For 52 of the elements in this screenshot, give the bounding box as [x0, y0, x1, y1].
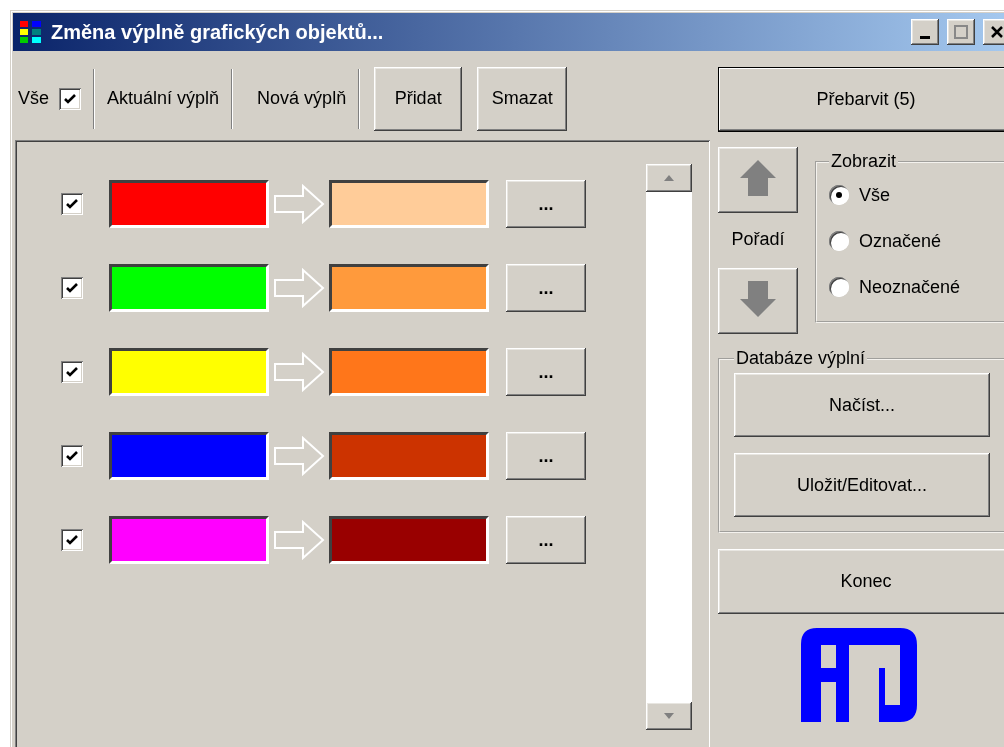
move-down-button[interactable] [718, 268, 798, 334]
close-button[interactable] [983, 19, 1004, 45]
pick-fill-button[interactable]: ... [506, 348, 586, 396]
arrow-icon [273, 268, 325, 308]
pick-fill-button[interactable]: ... [506, 432, 586, 480]
exit-button[interactable]: Konec [718, 549, 1004, 614]
arrow-icon [273, 520, 325, 560]
checkbox[interactable] [61, 445, 83, 467]
checkbox[interactable] [61, 193, 83, 215]
check-icon [65, 365, 79, 379]
pick-fill-button[interactable]: ... [506, 516, 586, 564]
triangle-up-icon [662, 174, 675, 182]
move-up-button[interactable] [718, 147, 798, 213]
scroll-up-button[interactable] [645, 164, 692, 192]
check-icon [65, 533, 79, 547]
check-icon [65, 197, 79, 211]
delete-button[interactable]: Smazat [477, 66, 568, 131]
add-button[interactable]: Přidat [374, 66, 463, 131]
check-icon [65, 281, 79, 295]
minimize-icon [920, 35, 930, 39]
maximize-button[interactable] [947, 19, 975, 45]
pick-fill-button[interactable]: ... [506, 180, 586, 228]
order-label: Pořadí [731, 229, 785, 250]
check-icon [65, 449, 79, 463]
window-title: Změna výplně grafických objektů... [51, 20, 385, 44]
group-title: Databáze výplní [736, 348, 866, 368]
database-button[interactable]: Načíst... [734, 373, 990, 437]
radio-option[interactable]: Vše [829, 172, 1004, 218]
radio-option[interactable]: Označené [829, 218, 1004, 264]
checkbox[interactable] [61, 361, 83, 383]
arrow-icon [273, 184, 325, 224]
select-all-label: Vše [18, 88, 50, 109]
recolor-button[interactable]: Přebarvit (5) [718, 67, 1004, 132]
arrow-icon [273, 436, 325, 476]
app-icon [19, 20, 43, 44]
checkbox[interactable] [61, 529, 83, 551]
maximize-icon [954, 25, 968, 39]
column-header: Aktuální výplň [107, 88, 220, 109]
radio-option[interactable]: Neoznačené [829, 264, 1004, 310]
checkbox[interactable] [61, 277, 83, 299]
arrow-icon [273, 352, 325, 392]
scroll-down-button[interactable] [645, 702, 692, 730]
triangle-down-icon [662, 712, 675, 720]
close-icon [990, 25, 1004, 39]
check-icon [63, 91, 78, 106]
scrollbar[interactable] [645, 164, 692, 730]
minimize-button[interactable] [911, 19, 939, 45]
column-header: Nová výplň [257, 88, 347, 109]
pick-fill-button[interactable]: ... [506, 264, 586, 312]
checkbox[interactable] [59, 87, 82, 110]
database-button[interactable]: Uložit/Editovat... [734, 453, 990, 517]
group-title: Zobrazit [831, 151, 897, 171]
